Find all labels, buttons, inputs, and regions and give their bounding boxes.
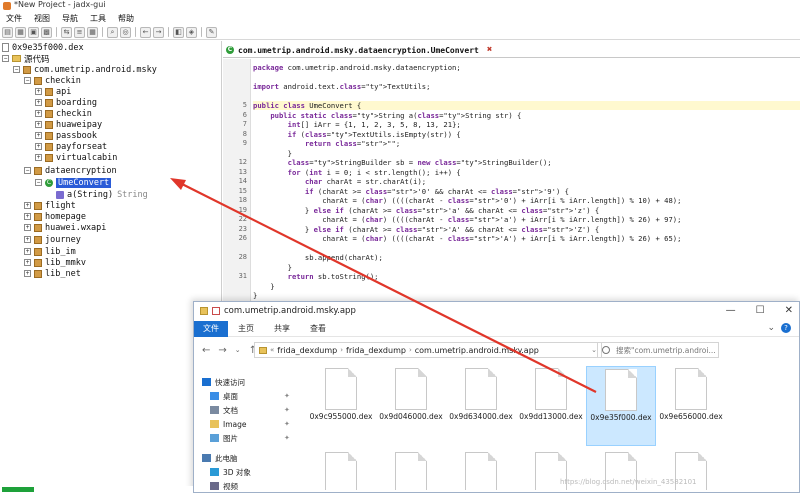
annotation-arrow xyxy=(170,178,597,393)
annotation-arrow-head xyxy=(170,178,186,190)
annotation-arrow-line xyxy=(179,182,597,393)
watermark: https://blog.csdn.net/weixin_43582101 xyxy=(560,478,697,486)
